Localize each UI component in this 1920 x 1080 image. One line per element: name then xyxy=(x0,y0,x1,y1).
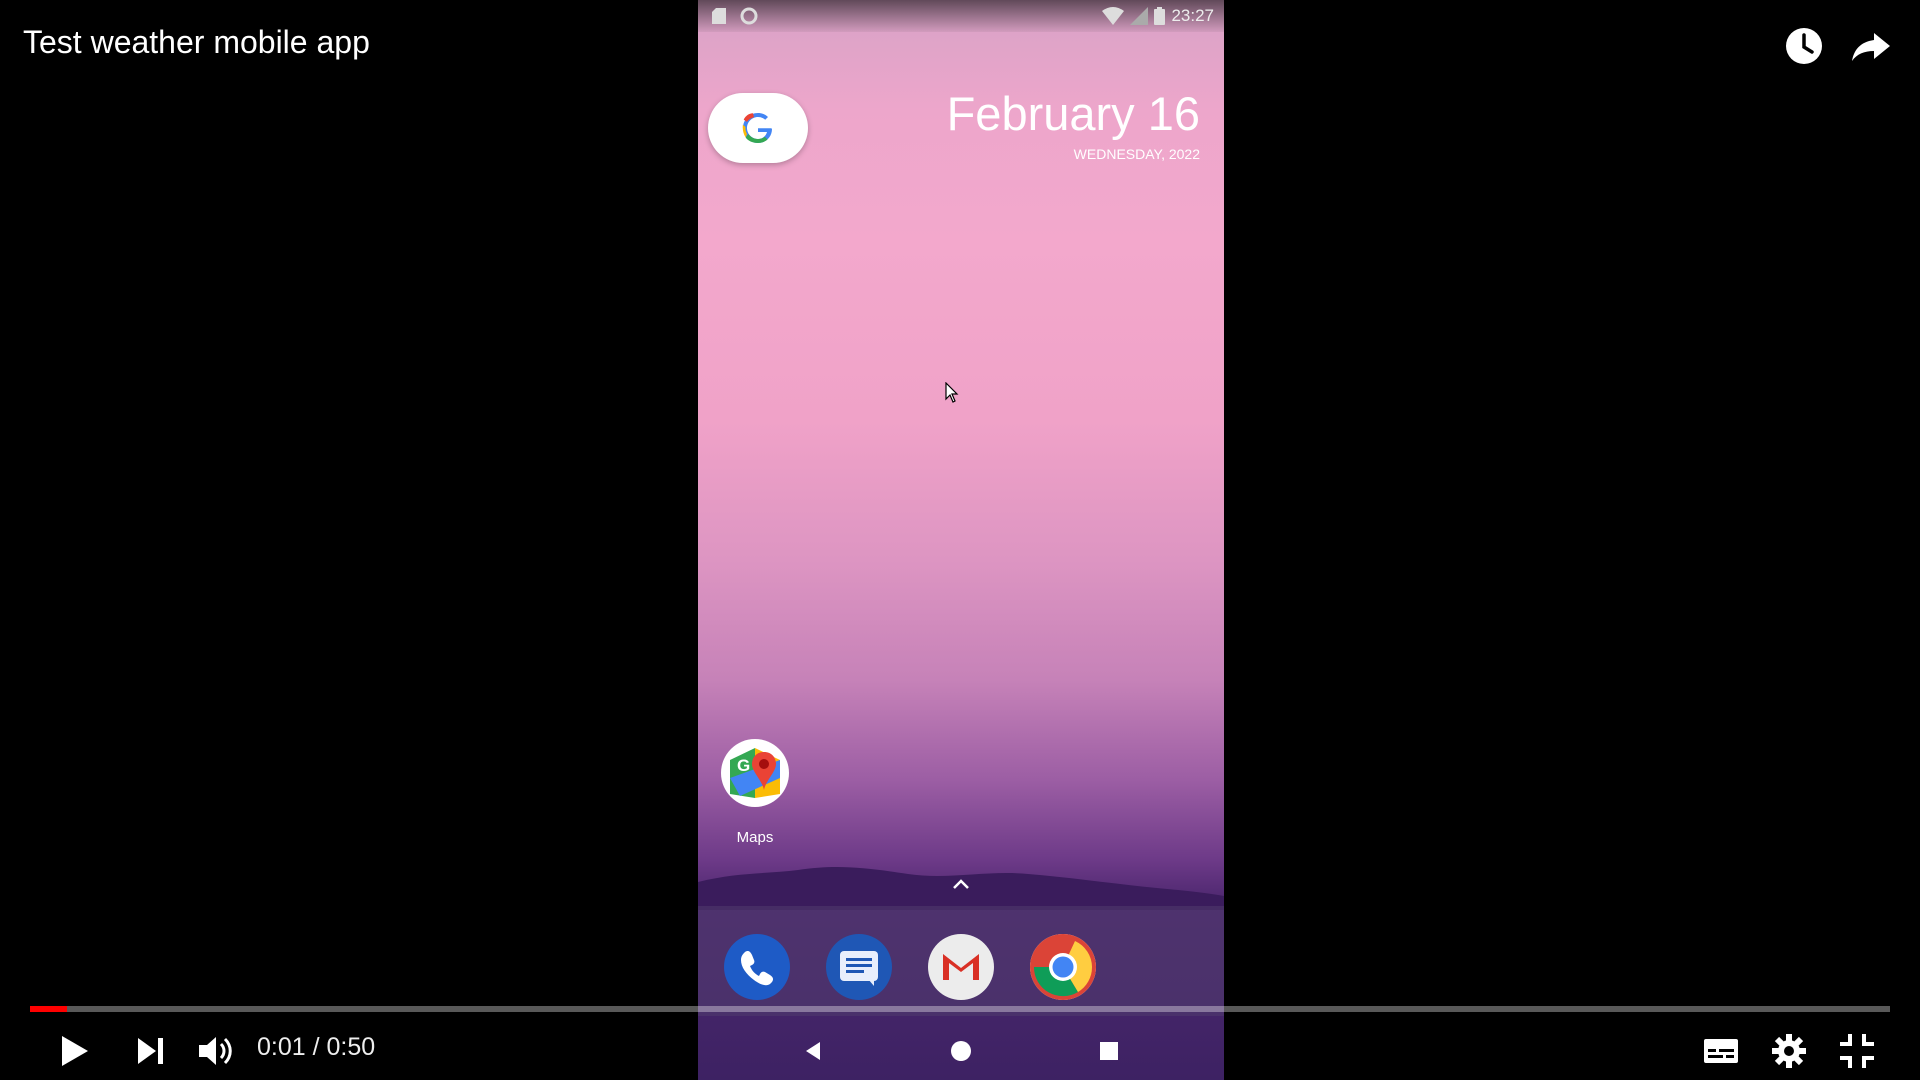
exit-fullscreen-icon[interactable] xyxy=(1836,1030,1878,1072)
svg-text:G: G xyxy=(737,756,750,775)
clock-icon[interactable] xyxy=(1783,25,1825,67)
duration: 0:50 xyxy=(326,1033,376,1061)
home-icon[interactable] xyxy=(946,1036,976,1066)
app-maps[interactable]: G Maps xyxy=(720,738,790,846)
app-dock xyxy=(698,906,1224,1016)
video-title[interactable]: Test weather mobile app xyxy=(23,24,370,61)
play-icon[interactable] xyxy=(52,1030,94,1072)
progress-bar[interactable] xyxy=(30,1006,1890,1012)
messages-icon[interactable] xyxy=(826,934,892,1000)
mouse-cursor-icon xyxy=(945,382,959,403)
volume-icon[interactable] xyxy=(194,1030,236,1072)
wifi-icon xyxy=(1102,7,1125,25)
share-arrow-icon[interactable] xyxy=(1850,25,1892,67)
status-time: 23:27 xyxy=(1171,6,1214,25)
gmail-icon[interactable] xyxy=(928,934,994,1000)
current-time: 0:01 xyxy=(257,1033,306,1061)
next-icon[interactable] xyxy=(130,1030,172,1072)
sd-card-icon xyxy=(712,8,726,24)
date-widget-sub: WEDNESDAY, 2022 xyxy=(1073,146,1200,162)
recents-icon[interactable] xyxy=(1094,1036,1124,1066)
android-nav-bar xyxy=(698,1016,1224,1080)
time-separator: / xyxy=(312,1033,320,1061)
progress-played xyxy=(30,1006,68,1012)
app-maps-label: Maps xyxy=(736,829,774,846)
chevron-up-icon[interactable] xyxy=(949,876,973,892)
signal-icon xyxy=(1130,7,1149,25)
google-search-widget[interactable] xyxy=(708,93,808,163)
settings-icon[interactable] xyxy=(1768,1030,1810,1072)
maps-icon: G xyxy=(721,739,789,807)
battery-icon xyxy=(1154,7,1166,25)
subtitles-icon[interactable] xyxy=(1700,1030,1742,1072)
chrome-icon[interactable] xyxy=(1030,934,1096,1000)
phone-screen: 23:27 February 16 WEDNESDAY, 2022 G Maps xyxy=(698,0,1224,1080)
phone-icon[interactable] xyxy=(724,934,790,1000)
status-bar: 23:27 xyxy=(698,0,1224,32)
google-g-icon xyxy=(742,113,772,143)
date-widget-main[interactable]: February 16 xyxy=(947,86,1200,141)
back-icon[interactable] xyxy=(798,1036,828,1066)
time-display: 0:01 / 0:50 xyxy=(257,1033,375,1062)
record-icon xyxy=(740,7,758,25)
